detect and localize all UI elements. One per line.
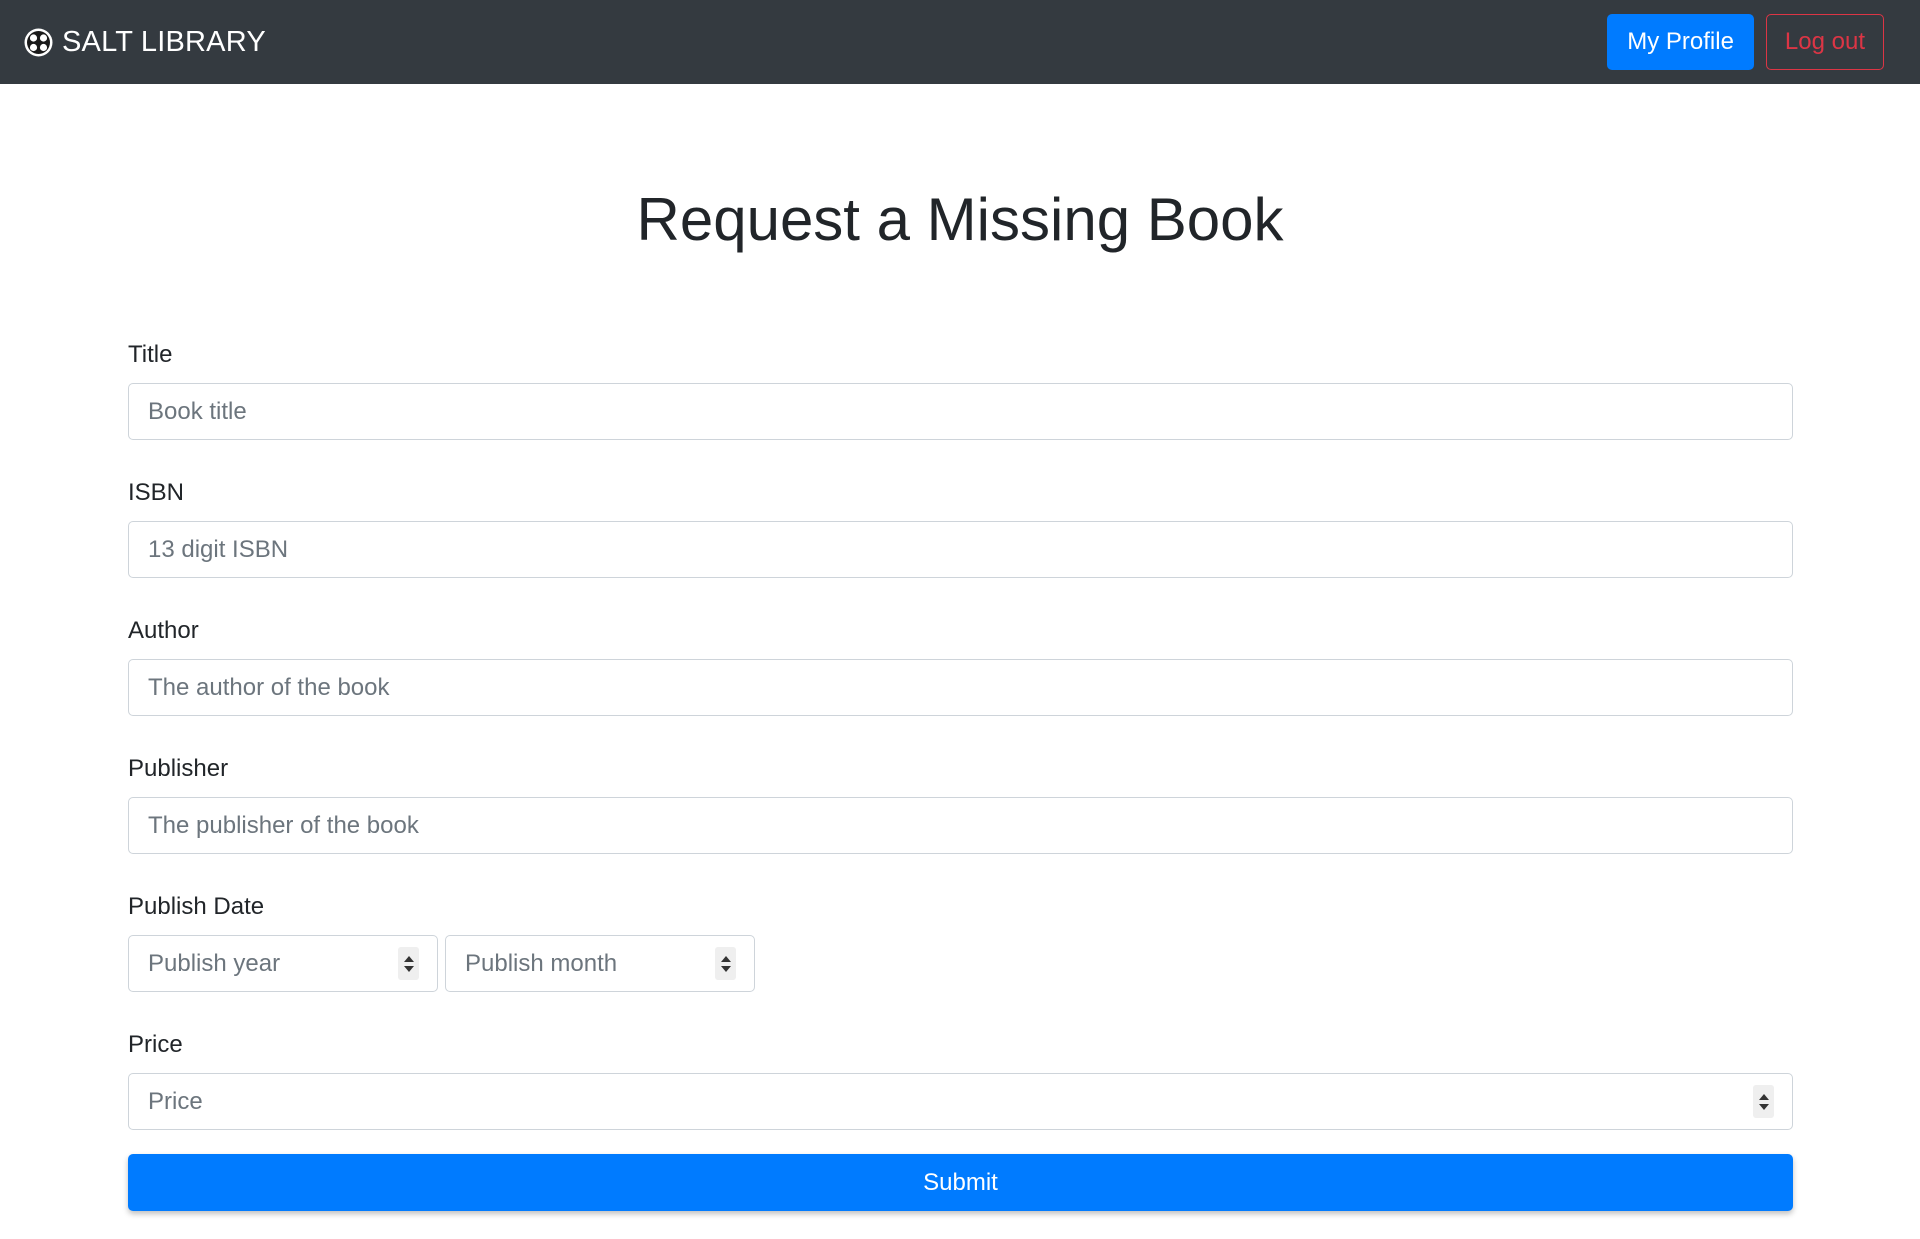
isbn-input[interactable] bbox=[128, 521, 1793, 578]
brand-name: SALT LIBRARY bbox=[62, 25, 266, 58]
stepper-up-icon[interactable] bbox=[403, 955, 414, 962]
title-group: Title bbox=[128, 340, 1793, 440]
price-group: Price bbox=[128, 1030, 1793, 1130]
page-title: Request a Missing Book bbox=[636, 186, 1284, 253]
title-label: Title bbox=[128, 341, 173, 368]
publish-year-stepper[interactable] bbox=[398, 947, 419, 980]
author-label: Author bbox=[128, 617, 199, 644]
price-label: Price bbox=[128, 1031, 183, 1058]
salt-library-logo-icon bbox=[23, 27, 54, 58]
isbn-label: ISBN bbox=[128, 479, 185, 506]
my-profile-button[interactable]: My Profile bbox=[1607, 14, 1754, 70]
publish-month-stepper[interactable] bbox=[715, 947, 736, 980]
submit-button[interactable]: Submit bbox=[128, 1154, 1793, 1211]
top-navbar: SALT LIBRARY My Profile Log out bbox=[0, 0, 1920, 84]
author-input[interactable] bbox=[128, 659, 1793, 716]
log-out-button[interactable]: Log out bbox=[1765, 14, 1884, 70]
publisher-label: Publisher bbox=[128, 755, 229, 782]
stepper-up-icon[interactable] bbox=[720, 955, 731, 962]
publish-year-input[interactable] bbox=[128, 935, 438, 992]
price-input[interactable] bbox=[128, 1073, 1793, 1130]
publish-date-group: Publish Date bbox=[128, 892, 1793, 992]
publisher-group: Publisher bbox=[128, 754, 1793, 854]
publish-year-wrapper bbox=[128, 935, 438, 992]
author-group: Author bbox=[128, 616, 1793, 716]
publish-month-input[interactable] bbox=[445, 935, 755, 992]
stepper-up-icon[interactable] bbox=[1758, 1093, 1769, 1100]
title-input[interactable] bbox=[128, 383, 1793, 440]
brand-link[interactable]: SALT LIBRARY bbox=[23, 26, 266, 59]
publish-date-row bbox=[128, 935, 1793, 992]
isbn-group: ISBN bbox=[128, 478, 1793, 578]
publish-month-wrapper bbox=[445, 935, 755, 992]
price-stepper[interactable] bbox=[1753, 1085, 1774, 1118]
publisher-input[interactable] bbox=[128, 797, 1793, 854]
price-wrapper bbox=[128, 1073, 1793, 1130]
navbar-actions: My Profile Log out bbox=[1607, 14, 1884, 70]
stepper-down-icon[interactable] bbox=[720, 965, 731, 972]
stepper-down-icon[interactable] bbox=[1758, 1103, 1769, 1110]
stepper-down-icon[interactable] bbox=[403, 965, 414, 972]
publish-date-label: Publish Date bbox=[128, 893, 265, 920]
request-book-form: Title ISBN Author Publisher Publish Date bbox=[128, 340, 1793, 1211]
